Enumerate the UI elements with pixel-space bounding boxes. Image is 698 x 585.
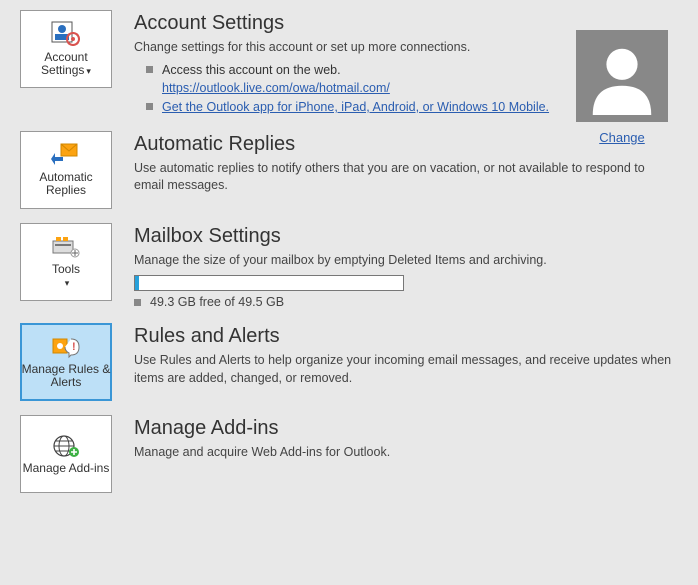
dropdown-caret-icon: ▾ (65, 278, 70, 288)
account-settings-section: Account Settings▾ Account Settings Chang… (20, 10, 678, 117)
dropdown-caret-icon: ▾ (86, 66, 91, 76)
automatic-replies-icon (51, 143, 81, 167)
tile-label: Automatic Replies (21, 171, 111, 197)
mailbox-settings-desc: Manage the size of your mailbox by empty… (134, 252, 678, 270)
rules-alerts-heading: Rules and Alerts (134, 325, 678, 348)
mailbox-usage-text: 49.3 GB free of 49.5 GB (134, 295, 678, 309)
manage-rules-alerts-button[interactable]: ! Manage Rules & Alerts (20, 323, 112, 401)
automatic-replies-heading: Automatic Replies (134, 133, 678, 156)
automatic-replies-content: Automatic Replies Use automatic replies … (134, 131, 678, 195)
rules-alerts-icon: ! (51, 335, 81, 359)
rules-alerts-desc: Use Rules and Alerts to help organize yo… (134, 352, 678, 387)
mailbox-settings-heading: Mailbox Settings (134, 225, 678, 248)
manage-addins-content: Manage Add-ins Manage and acquire Web Ad… (134, 415, 678, 462)
rules-alerts-content: Rules and Alerts Use Rules and Alerts to… (134, 323, 678, 387)
tile-label: Manage Add-ins (23, 462, 110, 475)
mailbox-progress-bar (134, 275, 404, 291)
outlook-app-link[interactable]: Get the Outlook app for iPhone, iPad, An… (162, 100, 549, 114)
addins-icon (52, 434, 80, 458)
tile-label: Account Settings (41, 50, 88, 77)
mailbox-progress-wrap: 49.3 GB free of 49.5 GB (134, 275, 678, 309)
account-settings-icon (51, 21, 81, 47)
tools-button[interactable]: Tools ▾ (20, 223, 112, 301)
manage-addins-heading: Manage Add-ins (134, 417, 678, 440)
manage-addins-section: Manage Add-ins Manage Add-ins Manage and… (20, 415, 678, 493)
bullet-text: Access this account on the web. (162, 63, 341, 77)
rules-alerts-section: ! Manage Rules & Alerts Rules and Alerts… (20, 323, 678, 401)
profile-picture[interactable] (576, 30, 668, 122)
account-settings-button[interactable]: Account Settings▾ (20, 10, 112, 88)
manage-addins-button[interactable]: Manage Add-ins (20, 415, 112, 493)
automatic-replies-section: Automatic Replies Automatic Replies Use … (20, 131, 678, 209)
automatic-replies-desc: Use automatic replies to notify others t… (134, 160, 678, 195)
tools-icon (51, 235, 81, 259)
manage-addins-desc: Manage and acquire Web Add-ins for Outlo… (134, 444, 678, 462)
tile-label: Tools (52, 262, 80, 276)
avatar-placeholder-icon (583, 37, 661, 115)
profile-picture-box: Change (576, 30, 668, 145)
tile-label: Manage Rules & Alerts (21, 363, 111, 389)
mailbox-settings-content: Mailbox Settings Manage the size of your… (134, 223, 678, 310)
automatic-replies-button[interactable]: Automatic Replies (20, 131, 112, 209)
svg-text:!: ! (72, 341, 76, 353)
outlook-web-link[interactable]: https://outlook.live.com/owa/hotmail.com… (162, 81, 390, 95)
mailbox-settings-section: Tools ▾ Mailbox Settings Manage the size … (20, 223, 678, 310)
mailbox-progress-fill (135, 276, 139, 290)
